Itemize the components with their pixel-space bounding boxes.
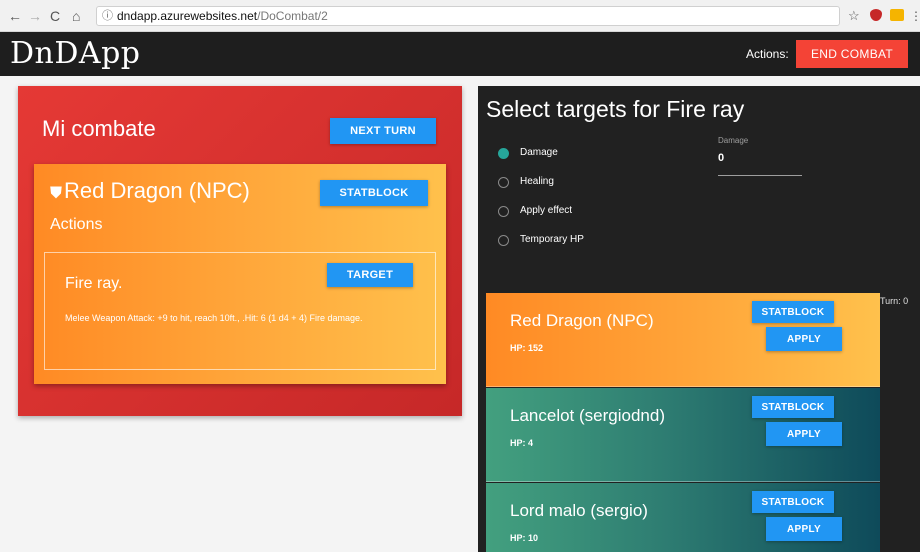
targets-panel: Select targets for Fire ray Damage Heali… xyxy=(478,86,920,552)
target-card: Red Dragon (NPC) HP: 152 STATBLOCK APPLY xyxy=(486,293,880,387)
target-statblock-button[interactable]: STATBLOCK xyxy=(752,396,834,418)
radio-label: Apply effect xyxy=(520,205,573,216)
npc-statblock-button[interactable]: STATBLOCK xyxy=(320,180,428,206)
target-hp: HP: 152 xyxy=(510,343,544,353)
extension-icon[interactable] xyxy=(890,9,904,21)
target-apply-button[interactable]: APPLY xyxy=(766,327,842,351)
url-host: dndapp.azurewebsites.net xyxy=(117,9,258,23)
target-hp: HP: 4 xyxy=(510,438,534,448)
radio-label: Temporary HP xyxy=(520,234,584,245)
home-icon[interactable]: ⌂ xyxy=(72,8,80,24)
reload-icon[interactable]: C xyxy=(50,8,60,24)
browser-toolbar: ← → C ⌂ ⓘ dndapp.azurewebsites.net/DoComb… xyxy=(0,0,920,32)
next-turn-button[interactable]: NEXT TURN xyxy=(330,118,436,144)
target-name: Lancelot (sergiodnd) xyxy=(510,406,665,425)
damage-field-label: Damage xyxy=(718,136,749,145)
url-path: /DoCombat/2 xyxy=(257,9,328,23)
turn-label: Turn: 0 xyxy=(880,296,909,306)
radio-button[interactable] xyxy=(498,148,509,159)
menu-icon[interactable]: ⋮ xyxy=(910,8,920,24)
info-icon[interactable]: ⓘ xyxy=(102,7,113,25)
targets-title: Select targets for Fire ray xyxy=(486,96,745,122)
shield-icon: ⛊ xyxy=(50,185,63,202)
target-name: Red Dragon (NPC) xyxy=(510,311,654,330)
action-description: Melee Weapon Attack: +9 to hit, reach 10… xyxy=(65,313,363,323)
bookmark-star-icon[interactable]: ☆ xyxy=(848,8,860,24)
radio-label: Damage xyxy=(520,147,558,158)
ublock-extension-icon[interactable] xyxy=(870,9,882,21)
combat-card: Mi combate NEXT TURN ⛊Red Dragon (NPC) S… xyxy=(18,86,462,416)
back-icon[interactable]: ← xyxy=(8,8,22,24)
target-button[interactable]: TARGET xyxy=(327,263,413,287)
app-logo[interactable]: DnDApp xyxy=(10,36,141,71)
actions-heading: Actions xyxy=(50,216,103,233)
combat-title: Mi combate xyxy=(42,116,156,141)
npc-name: ⛊Red Dragon (NPC) xyxy=(50,178,250,204)
end-combat-button[interactable]: END COMBAT xyxy=(796,40,908,68)
radio-label: Healing xyxy=(520,176,554,187)
target-card: Lord malo (sergio) HP: 10 STATBLOCK APPL… xyxy=(486,483,880,552)
npc-name-text: Red Dragon (NPC) xyxy=(64,178,250,203)
actions-label: Actions: xyxy=(746,47,789,61)
target-hp: HP: 10 xyxy=(510,533,539,543)
action-name: Fire ray. xyxy=(65,275,123,292)
target-list: Red Dragon (NPC) HP: 152 STATBLOCK APPLY… xyxy=(486,293,880,552)
forward-icon[interactable]: → xyxy=(28,8,42,24)
target-card: Lancelot (sergiodnd) HP: 4 STATBLOCK APP… xyxy=(486,388,880,482)
address-bar[interactable]: ⓘ dndapp.azurewebsites.net/DoCombat/2 xyxy=(96,6,840,26)
action-card: Fire ray. TARGET Melee Weapon Attack: +9… xyxy=(44,252,436,370)
target-statblock-button[interactable]: STATBLOCK xyxy=(752,301,834,323)
target-name: Lord malo (sergio) xyxy=(510,501,648,520)
radio-button[interactable] xyxy=(498,177,509,188)
target-apply-button[interactable]: APPLY xyxy=(766,422,842,446)
radio-button[interactable] xyxy=(498,206,509,217)
damage-input[interactable]: 0 xyxy=(718,152,802,176)
target-statblock-button[interactable]: STATBLOCK xyxy=(752,491,834,513)
npc-card: ⛊Red Dragon (NPC) STATBLOCK Actions Fire… xyxy=(34,164,446,384)
radio-button[interactable] xyxy=(498,235,509,246)
app-header: DnDApp Actions: END COMBAT xyxy=(0,32,920,76)
target-apply-button[interactable]: APPLY xyxy=(766,517,842,541)
